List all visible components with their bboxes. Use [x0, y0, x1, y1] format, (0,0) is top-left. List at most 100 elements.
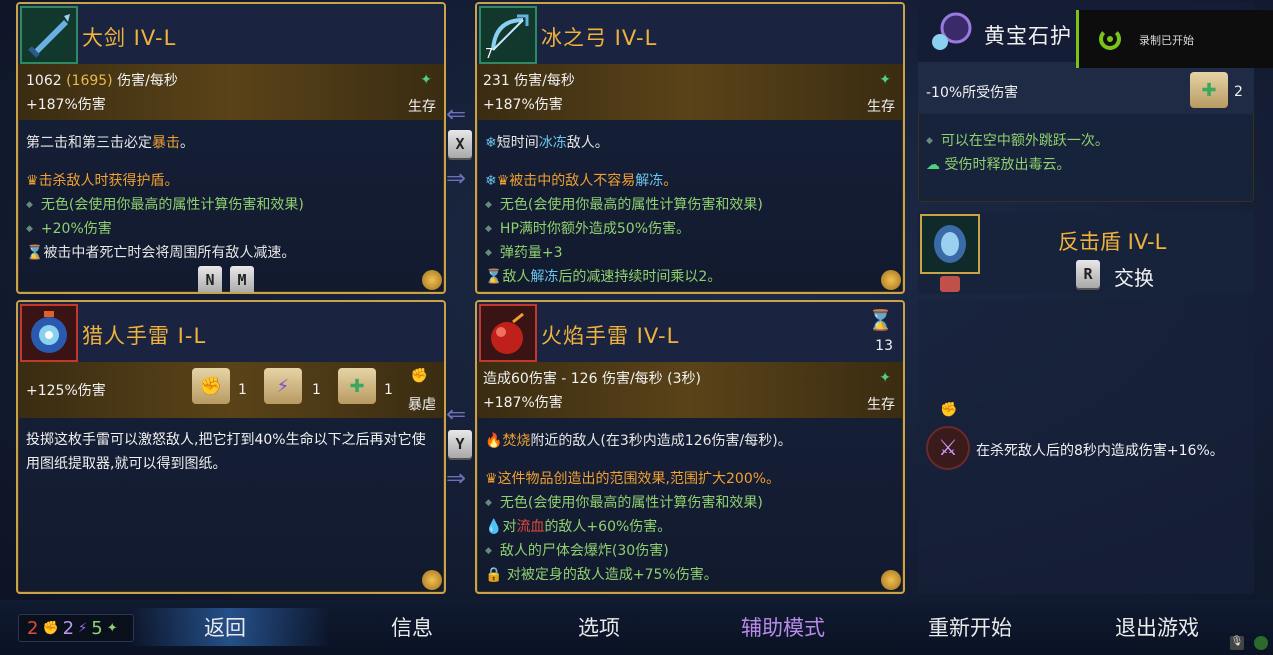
item-title: 猎人手雷 I-L [82, 324, 207, 348]
brutality-icon: ✊ [42, 620, 59, 636]
restart-button[interactable]: 重新开始 [928, 612, 1012, 642]
item-title: 黄宝石护 [984, 24, 1072, 48]
item-description: 🔥焚烧附近的敌人(在3秒内造成126伤害/每秒)。 [485, 433, 792, 449]
item-description: 投掷这枚手雷可以激怒敌人,把它打到40%生命以下之后再对它使用图纸提取器,就可以… [26, 432, 426, 472]
corner-gem [422, 270, 442, 290]
hourglass-icon: ⌛ [26, 245, 44, 261]
key-r[interactable]: R [1076, 260, 1100, 288]
survival-icon: ✦ [879, 72, 891, 88]
item-card-hunter-grenade[interactable]: 猎人手雷 I-L +125%伤害 ✊ 1 ⚡ 1 ✚ 1 ✊ 暴虐 投掷这枚手雷… [16, 300, 446, 594]
dps-stat: 1062 (1695) 伤害/每秒 [26, 73, 178, 89]
mod-slow: ⌛被击中者死亡时会将周围所有敌人减速。 [26, 245, 296, 261]
lock-icon: 🔒 [485, 567, 503, 583]
recording-icon [1099, 28, 1121, 50]
mod-colorless: 无色(会使用你最高的属性计算伤害和效果) [485, 492, 763, 512]
status-dot-icon [1254, 636, 1268, 650]
item-card-bow[interactable]: 7 冰之弓 IV-L 231 伤害/每秒 +187%伤害 ✦ 生存 ❄短时间冰冻… [475, 2, 905, 294]
ammo-count: 7 [485, 47, 494, 62]
amulet-icon [922, 6, 976, 60]
mic-icon: 🎙 [1230, 636, 1244, 650]
mod-corpse-explode: 敌人的尸体会爆炸(30伤害) [485, 540, 669, 560]
mod-colorless: 无色(会使用你最高的属性计算伤害和效果) [485, 194, 763, 214]
tactics-count: 2 [62, 617, 75, 639]
mod-full-hp: HP满时你额外造成50%伤害。 [485, 218, 690, 238]
dps-stat: 231 伤害/每秒 [483, 73, 575, 89]
damage-stat: +125%伤害 [26, 383, 106, 399]
key-m[interactable]: M [230, 266, 254, 292]
corner-gem [881, 270, 901, 290]
mod-area: ♛这件物品创造出的范围效果,范围扩大200%。 [485, 471, 781, 487]
dps-stat: 造成60伤害 - 126 伤害/每秒 (3秒) [483, 371, 701, 387]
arrow-left-icon: ⇐ [446, 400, 467, 428]
brutality-count: 2 [27, 617, 39, 639]
arrow-right-icon: ⇒ [446, 164, 467, 192]
damage-stat: +187%伤害 [483, 395, 563, 411]
swap-key-y[interactable]: Y [448, 430, 472, 458]
hourglass-icon: ⌛ [485, 269, 503, 285]
damage-stat: +187%伤害 [26, 97, 106, 113]
assist-mode-button[interactable]: 辅助模式 [741, 612, 825, 642]
survival-scroll-count: 1 [384, 382, 393, 398]
scroll-count: 2 [1234, 84, 1243, 100]
brutality-scroll-count: 1 [238, 382, 247, 398]
survival-label: 生存 [867, 397, 895, 413]
survival-icon: ✦ [420, 72, 432, 88]
freeze-icon: ❄ [485, 135, 497, 151]
tactics-scroll-count: 1 [312, 382, 321, 398]
swap-action-label[interactable]: 交换 [1114, 262, 1154, 291]
survival-icon: ✦ [106, 620, 118, 636]
survival-label: 生存 [867, 99, 895, 115]
arrow-left-icon: ⇐ [446, 100, 467, 128]
back-button[interactable]: 返回 [204, 612, 246, 642]
mod-bleed: 💧对流血的敌人+60%伤害。 [485, 519, 672, 535]
item-description: ❄短时间冰冻敌人。 [485, 135, 609, 151]
hunter-grenade-icon [20, 304, 78, 362]
cooldown-value: 13 [875, 338, 893, 354]
survival-count: 5 [91, 617, 103, 639]
brutality-tag-icon [940, 276, 960, 292]
mod-poison-cloud: ☁ 受伤时释放出毒云。 [926, 157, 1071, 173]
crown-icon: ♛ [496, 173, 510, 189]
item-description: 第二击和第三击必定暴击。 [26, 135, 194, 151]
mod-shield-on-kill: ♛击杀敌人时获得护盾。 [26, 173, 179, 189]
freeze-icon: ❄ [485, 173, 497, 189]
tactics-scroll-icon: ⚡ [264, 368, 302, 404]
cooldown-hourglass-icon: ⌛ [868, 308, 893, 332]
mod-hard-to-thaw: ❄♛被击中的敌人不容易解冻。 [485, 173, 678, 189]
perk-scythe-icon: ⚔ [926, 426, 970, 470]
fire-grenade-icon [479, 304, 537, 362]
arrow-right-icon: ⇒ [446, 464, 467, 492]
poison-icon: ☁ [926, 157, 940, 173]
mod-damage: +20%伤害 [26, 218, 112, 238]
quit-game-button[interactable]: 退出游戏 [1115, 612, 1199, 642]
mod-ammo: 弹药量+3 [485, 242, 563, 262]
mod-rooted: 🔒 对被定身的敌人造成+75%伤害。 [485, 567, 718, 583]
recording-label: 录制已开始 [1139, 34, 1194, 47]
crown-icon: ♛ [26, 173, 39, 189]
item-title: 反击盾 IV-L [1058, 230, 1167, 254]
item-card-shield[interactable]: 反击盾 IV-L R 交换 [918, 212, 1254, 294]
brutality-icon: ✊ [410, 368, 428, 384]
item-title: 火焰手雷 IV-L [541, 324, 680, 348]
mod-colorless: 无色(会使用你最高的属性计算伤害和效果) [26, 194, 304, 214]
shield-icon [920, 214, 980, 274]
sword-icon [20, 6, 78, 64]
tactics-icon: ⚡ [78, 620, 88, 636]
survival-scroll-icon: ✚ [338, 368, 376, 404]
item-title: 冰之弓 IV-L [541, 26, 658, 50]
info-button[interactable]: 信息 [391, 612, 433, 642]
survival-scroll-icon: ✚ [1190, 72, 1228, 108]
brutality-label: 暴虐 [408, 397, 436, 413]
mod-slow-duration: ⌛敌人解冻后的减速持续时间乘以2。 [485, 269, 722, 285]
brutality-scroll-icon: ✊ [192, 368, 230, 404]
item-card-fire-grenade[interactable]: 火焰手雷 IV-L ⌛ 13 造成60伤害 - 126 伤害/每秒 (3秒) +… [475, 300, 905, 594]
key-n[interactable]: N [198, 266, 222, 292]
ice-bow-icon: 7 [479, 6, 537, 64]
perk-panel[interactable]: ✊ ⚔ 在杀死敌人后的8秒内造成伤害+16%。 [918, 300, 1254, 594]
crown-icon: ♛ [485, 471, 498, 487]
item-title: 大剑 IV-L [82, 26, 177, 50]
swap-key-x[interactable]: X [448, 130, 472, 158]
options-button[interactable]: 选项 [578, 612, 620, 642]
damage-reduction-stat: -10%所受伤害 [926, 85, 1019, 101]
item-card-sword[interactable]: 大剑 IV-L 1062 (1695) 伤害/每秒 +187%伤害 ✦ 生存 第… [16, 2, 446, 294]
